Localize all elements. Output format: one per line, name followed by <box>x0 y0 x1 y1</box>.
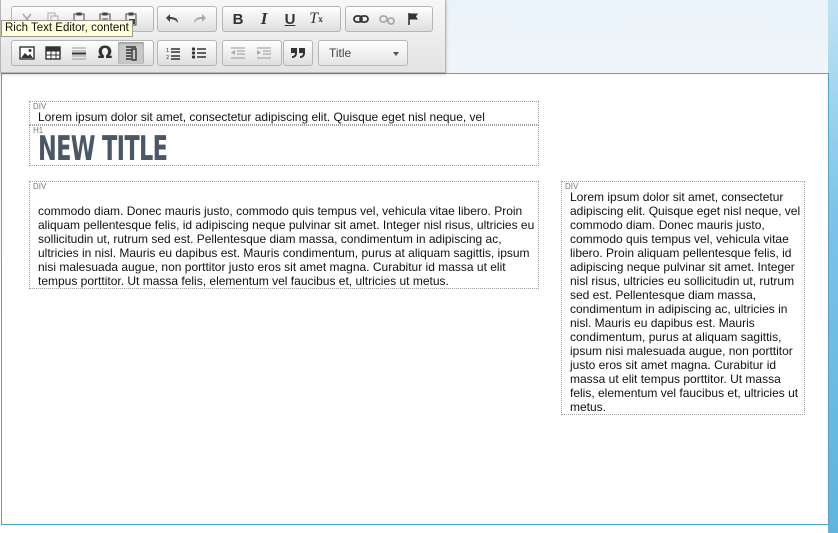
editor-content-area[interactable]: DIV Lorem ipsum dolor sit amet, consecte… <box>1 73 829 525</box>
underline-button[interactable]: U <box>277 8 303 30</box>
blockquote-icon[interactable] <box>286 42 310 64</box>
special-char-button[interactable]: Ω <box>92 42 118 64</box>
content-div-block[interactable]: DIV Lorem ipsum dolor sit amet, consecte… <box>29 101 539 125</box>
paragraph-text[interactable]: Lorem ipsum dolor sit amet, consectetur … <box>570 190 804 414</box>
editor-toolbar: B I U Tx Ω 12 Title Rich Text Editor, co… <box>0 0 446 73</box>
remove-format-button[interactable]: Tx <box>303 8 329 30</box>
undo-icon[interactable] <box>160 8 186 30</box>
format-select-value: Title <box>329 46 352 60</box>
show-blocks-icon[interactable] <box>118 42 144 64</box>
link-icon[interactable] <box>348 8 374 30</box>
image-icon[interactable] <box>14 42 40 64</box>
basic-styles-group: B I U Tx <box>222 6 341 32</box>
redo-icon[interactable] <box>186 8 212 30</box>
blockquote-group <box>283 40 313 66</box>
outdent-icon[interactable] <box>225 42 251 64</box>
undo-group <box>157 6 217 32</box>
paragraph-text[interactable]: commodo diam. Donec mauris justo, commod… <box>38 204 538 288</box>
horizontal-rule-icon[interactable] <box>66 42 92 64</box>
content-div-block-side[interactable]: DIV Lorem ipsum dolor sit amet, consecte… <box>561 181 805 415</box>
table-icon[interactable] <box>40 42 66 64</box>
remove-format-label: T <box>309 10 319 27</box>
indent-icon[interactable] <box>251 42 277 64</box>
paragraph-text[interactable]: Lorem ipsum dolor sit amet, consectetur … <box>38 110 485 124</box>
insert-group: Ω <box>11 40 154 66</box>
format-select[interactable]: Title <box>318 40 408 66</box>
anchor-flag-icon[interactable] <box>400 8 426 30</box>
bulleted-list-icon[interactable] <box>186 42 212 64</box>
chevron-down-icon <box>393 52 399 56</box>
links-group <box>345 6 433 32</box>
numbered-list-icon[interactable]: 12 <box>160 42 186 64</box>
block-tag-label: DIV <box>33 182 47 191</box>
content-h1-block[interactable]: H1 NEW TITLE <box>29 125 539 169</box>
unlink-icon[interactable] <box>374 8 400 30</box>
heading-title[interactable]: NEW TITLE <box>38 129 168 169</box>
lists-group: 12 <box>157 40 217 66</box>
remove-format-sub: x <box>318 14 323 24</box>
italic-button[interactable]: I <box>251 8 277 30</box>
window-edge <box>828 0 838 533</box>
content-div-block[interactable]: DIV commodo diam. Donec mauris justo, co… <box>29 181 539 289</box>
indent-group <box>222 40 282 66</box>
bold-button[interactable]: B <box>225 8 251 30</box>
editor-tooltip: Rich Text Editor, content <box>1 20 133 37</box>
svg-text:2: 2 <box>166 55 169 60</box>
svg-text:1: 1 <box>166 48 169 54</box>
